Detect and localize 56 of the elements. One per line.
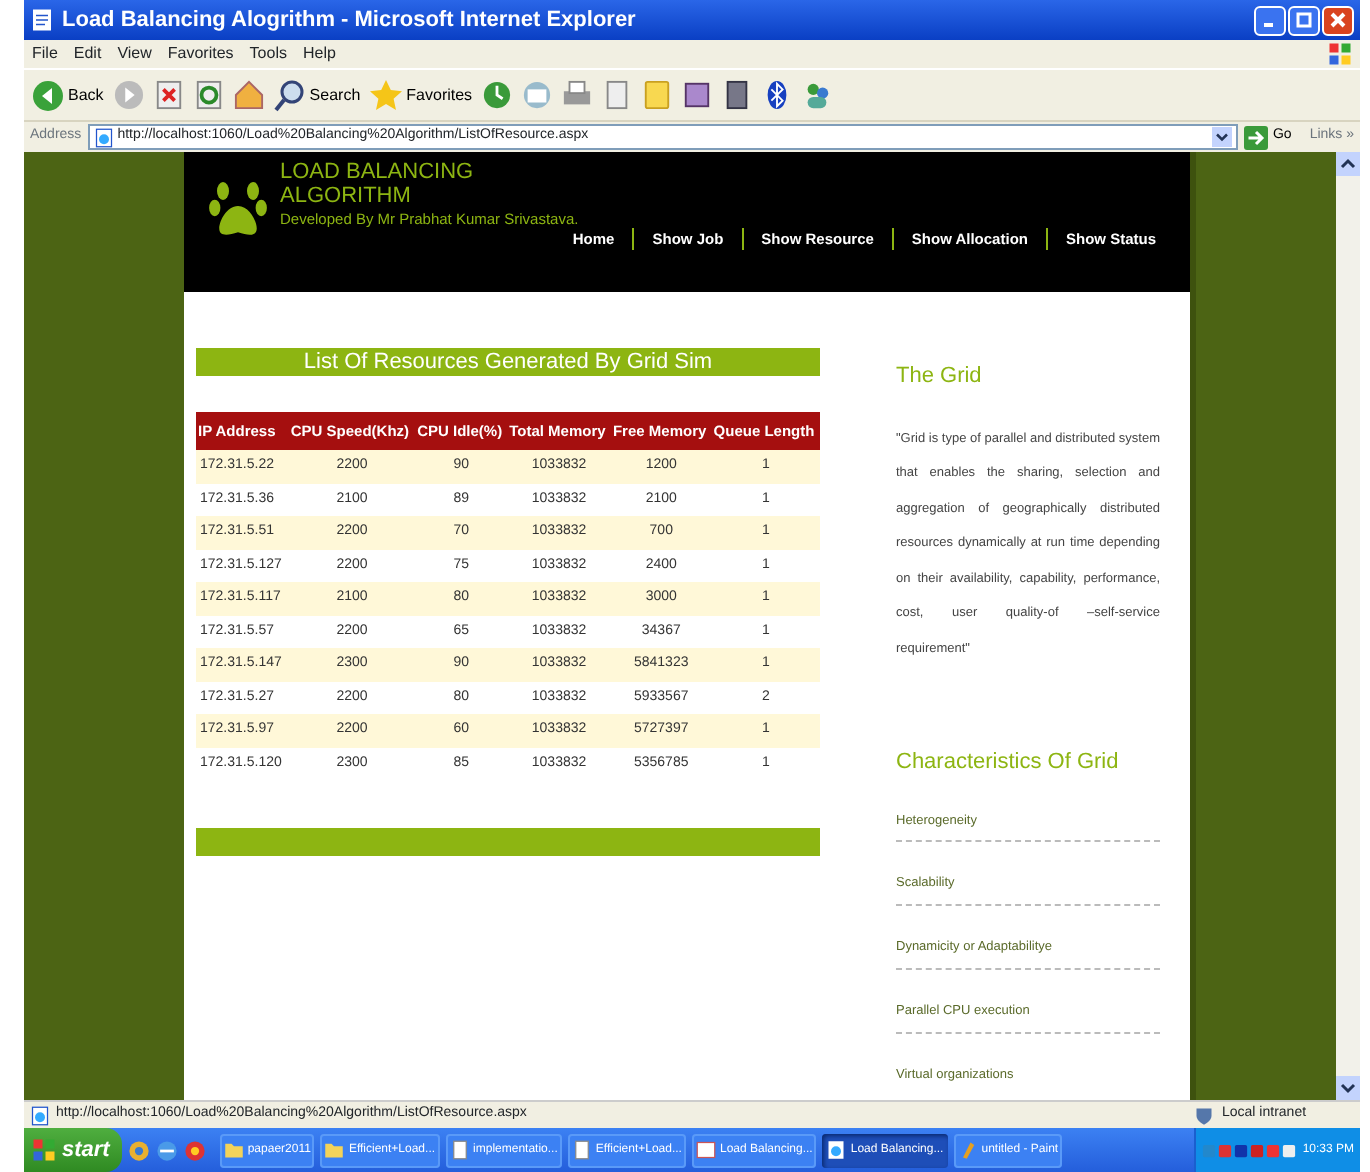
media-icon[interactable] — [722, 80, 753, 110]
scroll-down-button[interactable] — [1336, 1076, 1360, 1100]
page-icon — [93, 127, 114, 147]
forward-icon[interactable] — [113, 80, 144, 110]
book-icon[interactable] — [682, 80, 713, 110]
mail-icon[interactable] — [522, 80, 553, 110]
close-icon — [1330, 12, 1346, 28]
dropdown-icon — [1212, 126, 1233, 148]
folder-icon — [324, 1140, 345, 1160]
stop-icon[interactable] — [153, 80, 184, 110]
menu-item[interactable]: Edit — [73, 42, 102, 66]
back-button[interactable]: Back — [32, 79, 104, 111]
site-title: LOAD BALANCING ALGORITHM — [280, 160, 476, 208]
shield-icon — [1194, 1105, 1214, 1125]
document-icon — [449, 1140, 470, 1160]
menu-item[interactable]: Tools — [249, 42, 287, 66]
document-icon — [571, 1140, 592, 1160]
browser-icon[interactable] — [155, 1139, 178, 1161]
history-icon[interactable] — [482, 80, 513, 110]
menu-item[interactable]: View — [117, 42, 152, 66]
menu-item[interactable]: File — [32, 42, 58, 66]
page-icon[interactable] — [602, 80, 633, 110]
maximize-icon — [1296, 12, 1312, 28]
browser-icon[interactable] — [127, 1139, 150, 1161]
minimize-button[interactable] — [1254, 5, 1286, 35]
folder-icon — [223, 1140, 244, 1160]
paint-icon — [957, 1140, 978, 1160]
note-icon[interactable] — [642, 80, 673, 110]
windows-logo-icon — [32, 1138, 56, 1162]
maximize-button[interactable] — [1288, 5, 1320, 35]
paw-icon — [208, 176, 268, 236]
window-title: Load Balancing Alogrithm - Microsoft Internet Explorer — [62, 5, 636, 36]
table-heading: List Of Resources Generated By Grid Sim — [196, 348, 820, 376]
star-icon — [370, 79, 403, 111]
menu-item[interactable]: Favorites — [167, 42, 234, 66]
close-button[interactable] — [1322, 5, 1354, 35]
back-icon — [32, 79, 64, 111]
page-icon — [30, 8, 54, 32]
arrow-icon — [1244, 125, 1269, 149]
home-icon[interactable] — [233, 80, 264, 110]
section-title: The Grid — [896, 362, 984, 392]
printer-icon[interactable] — [562, 80, 593, 110]
star-button[interactable]: Favorites — [370, 79, 473, 111]
search-button[interactable]: Search — [273, 79, 361, 111]
page-icon — [30, 1105, 50, 1125]
scroll-up-button[interactable] — [1336, 152, 1360, 176]
window-icon — [695, 1140, 716, 1160]
search-icon — [273, 79, 306, 111]
refresh-icon[interactable] — [193, 80, 224, 110]
windows-logo-icon — [1328, 42, 1352, 66]
section-title: Characteristics Of Grid — [896, 748, 1121, 778]
menu-item[interactable]: Help — [302, 42, 336, 66]
page-icon — [826, 1140, 847, 1160]
people-icon[interactable] — [802, 80, 833, 110]
circle-icon[interactable] — [183, 1139, 206, 1161]
scrollbar[interactable] — [1336, 152, 1360, 1100]
